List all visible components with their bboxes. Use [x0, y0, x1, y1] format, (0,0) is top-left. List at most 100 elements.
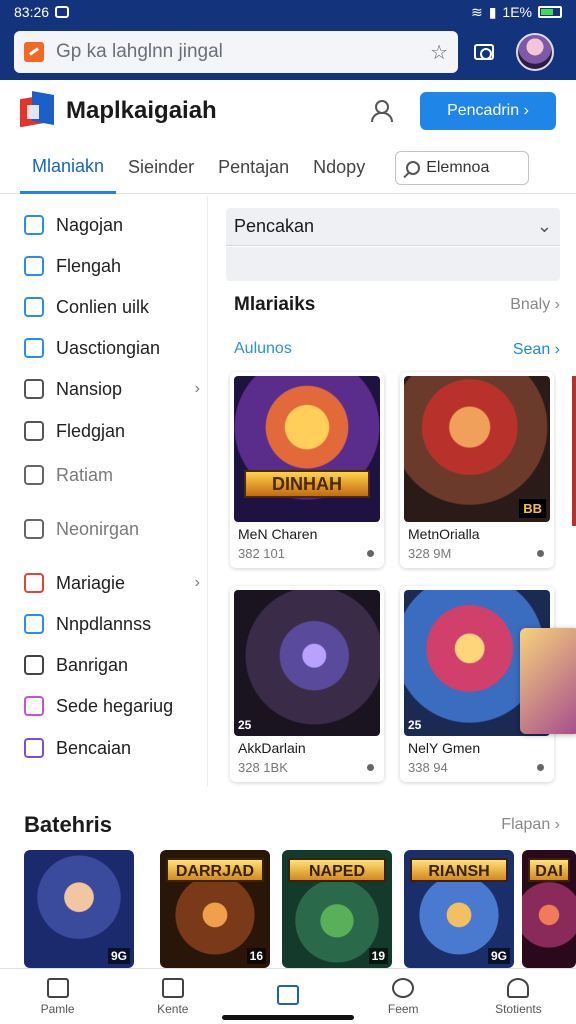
card-title: NelY Gmen — [408, 740, 481, 756]
tab-2[interactable]: Pentajan — [206, 142, 301, 194]
card-title: MeN Charen — [238, 526, 318, 542]
game-thumb[interactable]: DAI — [522, 850, 576, 968]
more-dot-icon[interactable] — [367, 550, 374, 557]
calendar-icon — [24, 215, 44, 235]
avatar[interactable] — [516, 33, 554, 71]
card-title: MetnOrialla — [408, 526, 480, 542]
section-see-all-link[interactable]: Bnaly › — [510, 296, 560, 314]
card-meta: 382 101 — [238, 546, 285, 561]
card-badge: BB — [519, 499, 546, 518]
game-thumb[interactable]: DARRJAD 16 — [160, 850, 270, 968]
thumb-banner: RIANSH — [410, 858, 508, 882]
signal-icon: ▮ — [488, 3, 497, 20]
status-bar: 83:26 ≋ ▮ 1E% — [0, 0, 576, 24]
game-thumb[interactable]: 9G — [24, 850, 134, 968]
sidebar-item-label: Nagojan — [56, 214, 124, 235]
sidebar-item[interactable]: Conlien uilk — [24, 292, 200, 322]
next-card-edge — [572, 376, 576, 526]
nav-item[interactable]: Stotients — [461, 969, 576, 1024]
sidebar-item[interactable]: Nansiop › — [24, 374, 200, 404]
sidebar-item[interactable]: Uasctiongian — [24, 333, 200, 363]
home-indicator — [222, 1015, 354, 1020]
game-thumb[interactable]: NAPED 19 — [282, 850, 392, 968]
tab-0[interactable]: Mlaniakn — [20, 142, 117, 194]
list-icon — [24, 465, 44, 485]
camera-icon — [474, 44, 494, 60]
tools-icon — [24, 738, 44, 758]
sidebar: Nagojan Flengah Conlien uilk Uasctiongian Na… — [0, 196, 208, 786]
sidebar-item[interactable]: Mariagie › — [24, 568, 200, 598]
sidebar-item-label: Fledgjan — [56, 420, 126, 441]
cloud-icon — [24, 338, 44, 358]
primary-action-button[interactable]: Pencadrin › — [420, 92, 556, 130]
card-meta: 328 9M — [408, 546, 452, 561]
wifi-icon: ≋ — [470, 3, 483, 20]
art-banner: DINHAH — [244, 470, 370, 498]
more-dot-icon[interactable] — [537, 764, 544, 771]
sidebar-item[interactable]: Nnpdlannss — [24, 609, 200, 639]
camera-button[interactable] — [470, 40, 498, 64]
tab-search-label: Elemnoa — [426, 158, 490, 176]
nav-item[interactable]: Feem — [346, 969, 461, 1024]
sidebar-item-label: Uasctiongian — [56, 337, 161, 358]
category-select[interactable]: Pencakan ⌄ — [226, 208, 560, 246]
site-favicon-icon — [24, 42, 44, 62]
sidebar-item-label: Mariagie — [56, 572, 126, 593]
select-value: Pencakan — [234, 216, 315, 236]
game-art-image: 25 — [234, 590, 380, 736]
chevron-right-icon: › — [194, 574, 200, 591]
game-card[interactable]: DINHAH MeN Charen 382 101 — [230, 372, 384, 568]
bottom-section-link[interactable]: Flapan › — [501, 816, 560, 834]
home-icon — [46, 977, 69, 998]
sidebar-item-label: Banrigan — [56, 654, 129, 675]
user-icon[interactable] — [370, 100, 393, 122]
refresh-icon — [24, 614, 44, 634]
sidebar-item[interactable]: Fledgjan — [24, 416, 200, 446]
nav-item[interactable]: Kente — [115, 969, 230, 1024]
tab-1[interactable]: Sieinder — [116, 142, 206, 194]
card-meta: 328 1BK — [238, 760, 288, 775]
game-art-image: BB — [404, 376, 550, 522]
brush-icon — [24, 379, 44, 399]
sidebar-item-label: Nnpdlannss — [56, 613, 152, 634]
game-thumb[interactable]: RIANSH 9G — [404, 850, 514, 968]
nav-label: Kente — [157, 1001, 189, 1016]
sidebar-item-label: Neonirgan — [56, 518, 140, 539]
nav-label: Pamle — [40, 1001, 75, 1016]
more-dot-icon[interactable] — [537, 550, 544, 557]
nav-item[interactable]: Pamle — [0, 969, 115, 1024]
game-card[interactable]: 25 AkkDarlain 328 1BK — [230, 586, 384, 782]
tab-search-button[interactable]: Elemnoa — [395, 150, 530, 185]
heart-icon — [24, 696, 44, 716]
card-badge: 25 — [238, 718, 252, 732]
tab-3[interactable]: Ndopy — [301, 142, 377, 194]
chevron-down-icon: ⌄ — [536, 216, 552, 236]
game-card[interactable]: BB MetnOrialla 328 9M — [400, 372, 554, 568]
sidebar-item[interactable]: Ratiam — [24, 460, 200, 490]
sidebar-item[interactable]: Sede hegariug — [24, 691, 200, 721]
notification-icon — [55, 6, 70, 18]
pen-icon — [24, 256, 44, 276]
url-text[interactable]: Gp ka lahglnn jingal — [56, 41, 418, 63]
more-dot-icon[interactable] — [367, 764, 374, 771]
app-title: Maplkaigaiah — [66, 97, 217, 124]
sidebar-item-label: Bencaian — [56, 737, 132, 758]
select-panel — [226, 247, 560, 281]
bookmark-star-icon[interactable]: ☆ — [430, 40, 448, 65]
sidebar-item[interactable]: Neonirgan — [24, 514, 200, 544]
sidebar-item[interactable]: Bencaian — [24, 733, 200, 763]
app-header: Maplkaigaiah Pencadrin › — [0, 80, 576, 142]
url-bar[interactable]: Gp ka lahglnn jingal ☆ — [14, 31, 458, 73]
search-icon — [406, 160, 421, 175]
sidebar-item-label: Ratiam — [56, 464, 114, 485]
sidebar-item[interactable]: Banrigan — [24, 650, 200, 680]
card-badge: 25 — [408, 718, 422, 732]
floating-preview-card[interactable] — [520, 628, 576, 734]
sidebar-item-label: Sede hegariug — [56, 695, 174, 716]
sidebar-item[interactable]: Nagojan — [24, 210, 200, 240]
browser-bar: Gp ka lahglnn jingal ☆ — [0, 24, 576, 80]
sub-section-link[interactable]: Sean › — [513, 341, 560, 359]
sidebar-item[interactable]: Flengah — [24, 251, 200, 281]
search-icon — [24, 421, 44, 441]
bottom-section-title: Batehris — [24, 812, 113, 837]
